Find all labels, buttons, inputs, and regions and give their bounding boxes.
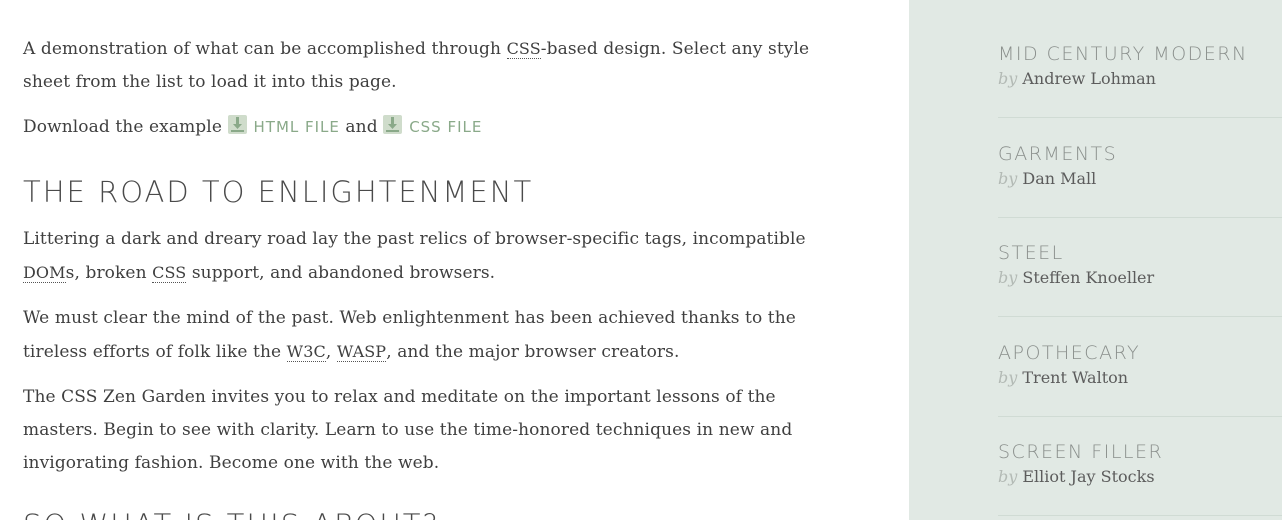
abbr-w3c: W3C	[286, 342, 326, 362]
design-byline: by Elliot Jay Stocks	[998, 466, 1282, 488]
design-item: STEEL by Steffen Knoeller	[998, 217, 1282, 317]
by-label: by	[998, 69, 1018, 88]
html-file-link[interactable]: HTML FILE	[227, 115, 340, 136]
design-item: GARMENTS by Dan Mall	[998, 118, 1282, 218]
design-link-mid-century-modern[interactable]: MID CENTURY MODERN	[998, 42, 1282, 66]
text: s, broken	[65, 263, 153, 283]
design-byline: by Andrew Lohman	[998, 68, 1282, 90]
design-link-garments[interactable]: GARMENTS	[998, 142, 1282, 166]
text: Littering a dark and dreary road lay the…	[23, 229, 806, 249]
design-link-steel[interactable]: STEEL	[998, 241, 1282, 265]
design-link-screen-filler[interactable]: SCREEN FILLER	[998, 440, 1282, 464]
by-label: by	[998, 368, 1018, 387]
text: ,	[325, 342, 337, 362]
section1-paragraph-3: The CSS Zen Garden invites you to relax …	[23, 387, 793, 473]
download-paragraph: Download the example HTML FILE and CSS F…	[23, 111, 482, 144]
css-file-label: CSS FILE	[409, 118, 483, 136]
abbr-dom: DOM	[23, 263, 66, 283]
design-selection-sidebar: MID CENTURY MODERN by Andrew Lohman GARM…	[909, 0, 1282, 520]
text: , and the major browser creators.	[386, 342, 680, 362]
author-link[interactable]: Elliot Jay Stocks	[1022, 467, 1154, 486]
download-icon	[383, 115, 403, 134]
download-icon	[227, 115, 247, 134]
css-file-link[interactable]: CSS FILE	[383, 115, 483, 136]
html-file-label: HTML FILE	[253, 118, 340, 136]
author-link[interactable]: Trent Walton	[1022, 368, 1128, 387]
author-link[interactable]: Dan Mall	[1022, 169, 1096, 188]
section1-paragraph-1: Littering a dark and dreary road lay the…	[23, 223, 823, 290]
heading-road-to-enlightenment: THE ROAD TO ENLIGHTENMENT	[23, 175, 534, 209]
author-link[interactable]: Steffen Knoeller	[1022, 268, 1154, 287]
heading-so-what-is-this-about: SO WHAT IS THIS ABOUT?	[23, 508, 440, 520]
design-link-apothecary[interactable]: APOTHECARY	[998, 341, 1282, 365]
author-link[interactable]: Andrew Lohman	[1022, 69, 1156, 88]
design-byline: by Steffen Knoeller	[998, 267, 1282, 289]
abbr-css: CSS	[152, 263, 187, 283]
design-item: MID CENTURY MODERN by Andrew Lohman	[998, 18, 1282, 118]
by-label: by	[998, 467, 1018, 486]
design-byline: by Trent Walton	[998, 367, 1282, 389]
design-byline: by Dan Mall	[998, 168, 1282, 190]
abbr-css: CSS	[506, 39, 541, 59]
design-item: SCREEN FILLER by Elliot Jay Stocks	[998, 416, 1282, 516]
design-item: APOTHECARY by Trent Walton	[998, 317, 1282, 417]
and-text: and	[339, 117, 384, 137]
intro-text: A demonstration of what can be accomplis…	[23, 39, 507, 59]
by-label: by	[998, 169, 1018, 188]
intro-paragraph: A demonstration of what can be accomplis…	[23, 32, 823, 99]
text: support, and abandoned browsers.	[186, 263, 496, 283]
section1-paragraph-2: We must clear the mind of the past. Web …	[23, 302, 823, 369]
download-text: Download the example	[23, 117, 228, 137]
abbr-wasp: WASP	[336, 342, 387, 362]
by-label: by	[998, 268, 1018, 287]
